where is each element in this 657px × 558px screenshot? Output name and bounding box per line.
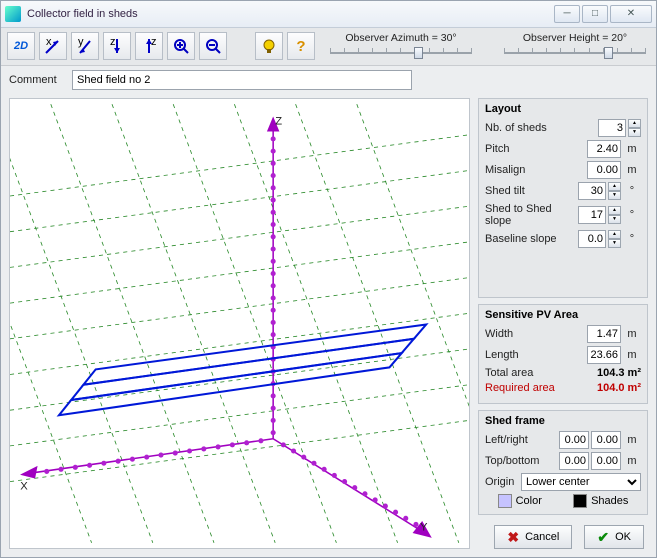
observer-height-label: Observer Height = 20° (523, 32, 627, 44)
layout-group: Layout Nb. of sheds▲▼ Pitchm Misalignm S… (478, 98, 648, 298)
length-input[interactable] (587, 346, 621, 364)
comment-label: Comment (9, 74, 64, 86)
cancel-button[interactable]: ✖Cancel (494, 525, 572, 549)
nb-sheds-label: Nb. of sheds (485, 122, 596, 134)
layout-title: Layout (485, 103, 641, 115)
axis-x-label: X (20, 481, 28, 493)
ok-button[interactable]: ✔OK (584, 525, 644, 549)
top-input[interactable] (559, 452, 589, 470)
cancel-icon: ✖ (507, 529, 519, 546)
titlebar: Collector field in sheds ─ □ ✕ (1, 1, 656, 28)
right-input[interactable] (591, 431, 621, 449)
nb-sheds-spin[interactable]: ▲▼ (628, 119, 641, 137)
3d-viewport[interactable]: Z X Y (9, 98, 470, 549)
svg-text:z: z (110, 37, 116, 48)
axis-x-button[interactable]: x (39, 32, 67, 60)
shed-tilt-label: Shed tilt (485, 185, 576, 197)
misalign-label: Misalign (485, 164, 585, 176)
shades-swatch (573, 494, 587, 508)
origin-select[interactable]: Lower center (521, 473, 641, 491)
shades-label: Shades (591, 495, 628, 507)
zoom-out-icon[interactable] (199, 32, 227, 60)
side-panel: Layout Nb. of sheds▲▼ Pitchm Misalignm S… (478, 98, 648, 549)
svg-text:z: z (151, 37, 157, 48)
axis-z-up-button[interactable]: z (135, 32, 163, 60)
shed-tilt-input[interactable] (578, 182, 606, 200)
observer-azimuth-label: Observer Azimuth = 30° (345, 32, 456, 44)
required-area-label: Required area (485, 382, 587, 394)
color-label: Color (516, 495, 542, 507)
maximize-button[interactable]: □ (582, 5, 608, 23)
baseline-slope-input[interactable] (578, 230, 606, 248)
pitch-input[interactable] (587, 140, 621, 158)
svg-text:x: x (46, 37, 52, 48)
comment-input[interactable] (72, 70, 412, 90)
baseline-slope-label: Baseline slope (485, 233, 576, 245)
required-area-value: 104.0 m² (589, 382, 641, 394)
shed-slope-spin[interactable]: ▲▼ (608, 206, 621, 224)
shedframe-title: Shed frame (485, 415, 641, 427)
axis-z-label: Z (275, 116, 282, 128)
observer-height-slider[interactable]: Observer Height = 20° (500, 32, 650, 60)
pitch-label: Pitch (485, 143, 585, 155)
origin-label: Origin (485, 476, 519, 488)
bottom-input[interactable] (591, 452, 621, 470)
observer-azimuth-slider[interactable]: Observer Azimuth = 30° (326, 32, 476, 60)
axis-y-label: Y (420, 522, 428, 534)
minimize-button[interactable]: ─ (554, 5, 580, 23)
ok-icon: ✔ (597, 529, 609, 546)
width-input[interactable] (587, 325, 621, 343)
length-label: Length (485, 349, 585, 361)
window-title: Collector field in sheds (27, 8, 552, 20)
baseline-slope-spin[interactable]: ▲▼ (608, 230, 621, 248)
total-area-label: Total area (485, 367, 587, 379)
pvarea-title: Sensitive PV Area (485, 309, 641, 321)
left-input[interactable] (559, 431, 589, 449)
shed-slope-label: Shed to Shed slope (485, 203, 576, 227)
app-window: Collector field in sheds ─ □ ✕ 2D x y z … (0, 0, 657, 558)
leftright-label: Left/right (485, 434, 557, 446)
shedframe-group: Shed frame Left/rightm Top/bottomm Origi… (478, 410, 648, 515)
pvarea-group: Sensitive PV Area Widthm Lengthm Total a… (478, 304, 648, 404)
toolbar: 2D x y z z ? Observer Azimuth = 30° Obse… (1, 28, 656, 66)
zoom-in-icon[interactable] (167, 32, 195, 60)
bulb-icon[interactable] (255, 32, 283, 60)
view-2d-button[interactable]: 2D (7, 32, 35, 60)
axis-y-button[interactable]: y (71, 32, 99, 60)
app-icon (5, 6, 21, 22)
topbottom-label: Top/bottom (485, 455, 557, 467)
nb-sheds-input[interactable] (598, 119, 626, 137)
axis-z-down-button[interactable]: z (103, 32, 131, 60)
shed-slope-input[interactable] (578, 206, 606, 224)
color-swatch-block[interactable]: Color (498, 494, 542, 508)
misalign-input[interactable] (587, 161, 621, 179)
close-button[interactable]: ✕ (610, 5, 652, 23)
svg-text:y: y (78, 37, 84, 48)
shades-swatch-block[interactable]: Shades (573, 494, 628, 508)
shed-tilt-spin[interactable]: ▲▼ (608, 182, 621, 200)
color-swatch (498, 494, 512, 508)
scene-svg: Z X Y (10, 99, 469, 548)
total-area-value: 104.3 m² (589, 367, 641, 379)
help-icon[interactable]: ? (287, 32, 315, 60)
width-label: Width (485, 328, 585, 340)
